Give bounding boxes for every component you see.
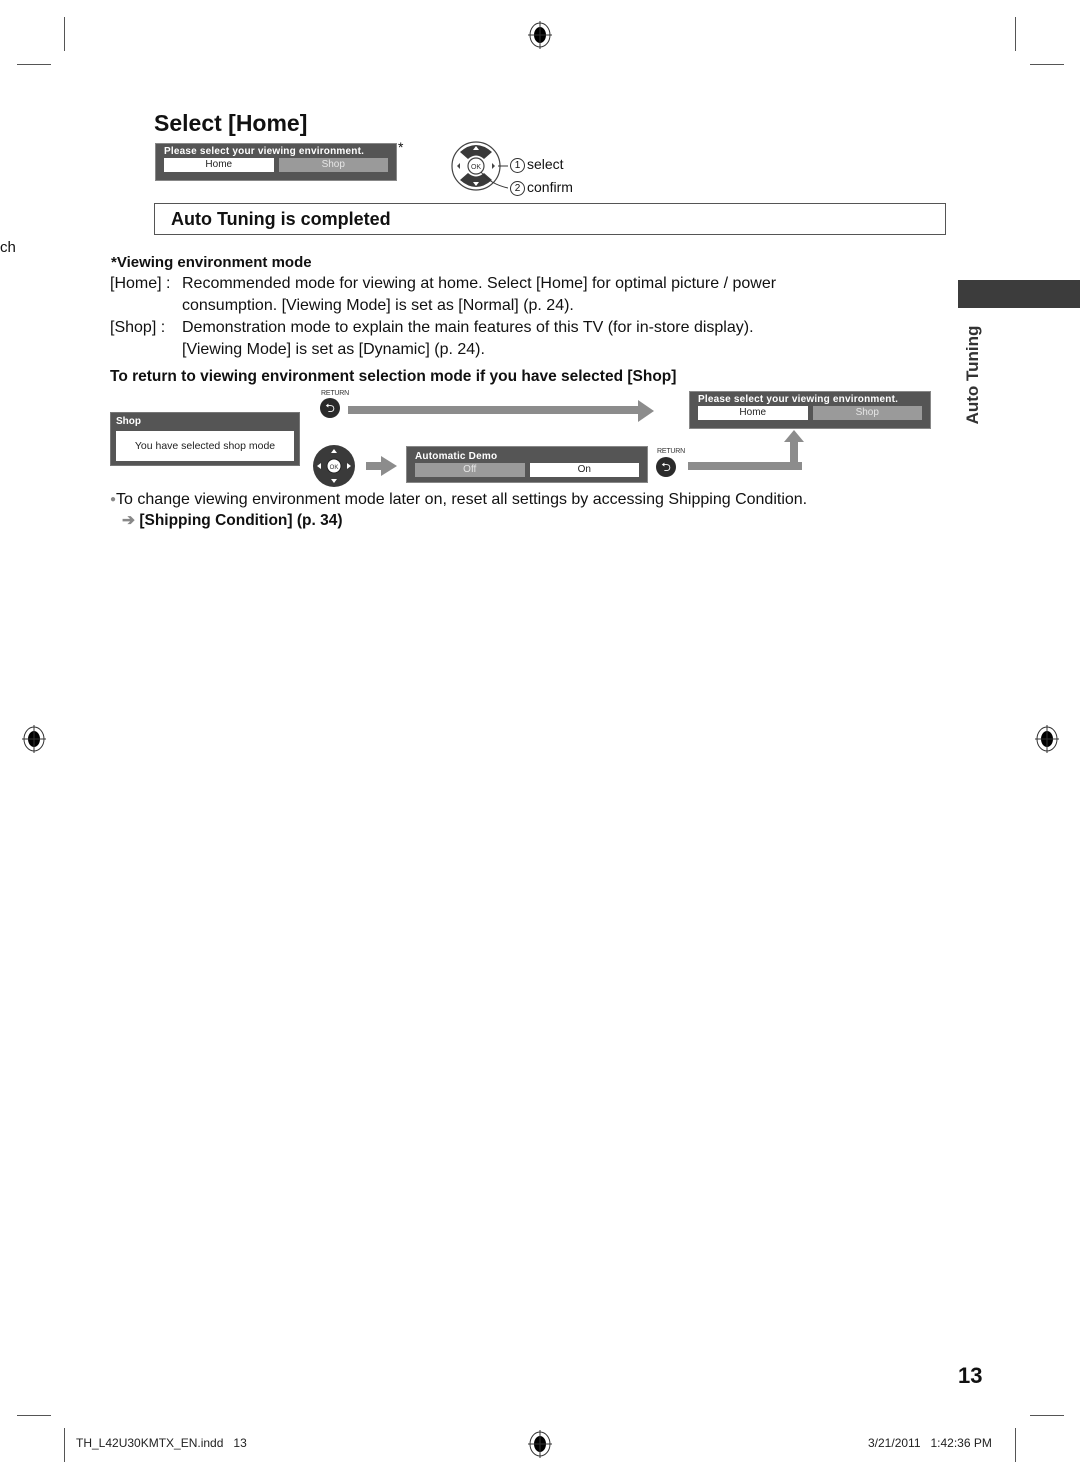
auto-tuning-completed-box: Auto Tuning is completed bbox=[154, 203, 946, 235]
arrow-right-head-icon bbox=[638, 400, 654, 422]
step-select: 1 select bbox=[510, 153, 573, 176]
crop-mark bbox=[17, 1415, 51, 1416]
remote-dpad-icon: OK bbox=[451, 141, 508, 191]
registration-mark-icon bbox=[528, 1430, 552, 1458]
page-number: 13 bbox=[958, 1363, 983, 1388]
viewing-mode-home: [Home] : Recommended mode for viewing at … bbox=[110, 275, 777, 358]
arrow-elbow bbox=[688, 462, 802, 470]
viewing-environment-menu: Please select your viewing environment. … bbox=[155, 143, 397, 181]
section-tab-bar bbox=[958, 280, 1080, 308]
menu-title: Please select your viewing environment. bbox=[698, 394, 899, 405]
arrow-right-icon: ➔ bbox=[122, 512, 135, 529]
shipping-condition-link[interactable]: ➔ [Shipping Condition] (p. 34) bbox=[122, 511, 343, 530]
crop-mark bbox=[1015, 17, 1016, 51]
arrow-right bbox=[348, 406, 640, 414]
step-confirm: 2 confirm bbox=[510, 176, 573, 199]
shop-box-message: You have selected shop mode bbox=[116, 431, 294, 461]
return-button-icon[interactable]: ⮌ bbox=[656, 457, 676, 477]
option-shop[interactable]: Shop bbox=[812, 406, 922, 420]
arrow-up-head-icon bbox=[784, 430, 804, 442]
registration-mark-icon bbox=[528, 21, 552, 49]
crop-mark bbox=[17, 64, 51, 65]
arrow-right-head-icon bbox=[381, 456, 397, 476]
crop-mark bbox=[1030, 1415, 1064, 1416]
viewing-mode-heading: *Viewing environment mode bbox=[111, 254, 312, 271]
option-off[interactable]: Off bbox=[415, 463, 525, 477]
shop-mode-box: Shop You have selected shop mode bbox=[110, 412, 300, 466]
viewing-environment-menu: Please select your viewing environment. … bbox=[689, 391, 931, 429]
automatic-demo-menu: Automatic Demo Off On bbox=[406, 446, 648, 483]
section-tab-label: Auto Tuning bbox=[963, 325, 982, 425]
option-home[interactable]: Home bbox=[164, 158, 274, 172]
registration-mark-icon bbox=[1035, 725, 1059, 753]
return-label: RETURN bbox=[657, 448, 685, 455]
crop-mark bbox=[64, 17, 65, 51]
shop-box-title: Shop bbox=[116, 416, 141, 427]
option-on[interactable]: On bbox=[529, 463, 639, 477]
remote-dpad-icon: OK bbox=[313, 445, 355, 487]
footer-timestamp: 3/21/2011 1:42:36 PM bbox=[868, 1436, 992, 1450]
arrow-right bbox=[366, 462, 382, 470]
registration-mark-icon bbox=[22, 725, 46, 753]
footer-filename: TH_L42U30KMTX_EN.indd 13 bbox=[76, 1436, 247, 1450]
svg-text:OK: OK bbox=[330, 465, 339, 471]
remote-steps: 1 select 2 confirm bbox=[510, 153, 573, 199]
footnote-marker: * bbox=[398, 139, 404, 155]
option-shop[interactable]: Shop bbox=[278, 158, 388, 172]
return-label: RETURN bbox=[321, 390, 349, 397]
crop-mark bbox=[1030, 64, 1064, 65]
section-title: Select [Home] bbox=[154, 110, 308, 136]
crop-mark bbox=[1015, 1428, 1016, 1462]
crop-mark bbox=[64, 1428, 65, 1462]
menu-title: Automatic Demo bbox=[415, 451, 498, 462]
note-bullet: ●To change viewing environment mode late… bbox=[110, 491, 808, 508]
arrow-elbow bbox=[790, 440, 798, 470]
menu-title: Please select your viewing environment. bbox=[164, 146, 365, 157]
option-home[interactable]: Home bbox=[698, 406, 808, 420]
return-section-heading: To return to viewing environment selecti… bbox=[110, 368, 677, 385]
return-button-icon[interactable]: ⮌ bbox=[320, 398, 340, 418]
ok-label: OK bbox=[471, 164, 481, 171]
left-edge-text-fragment: ch bbox=[0, 239, 16, 256]
